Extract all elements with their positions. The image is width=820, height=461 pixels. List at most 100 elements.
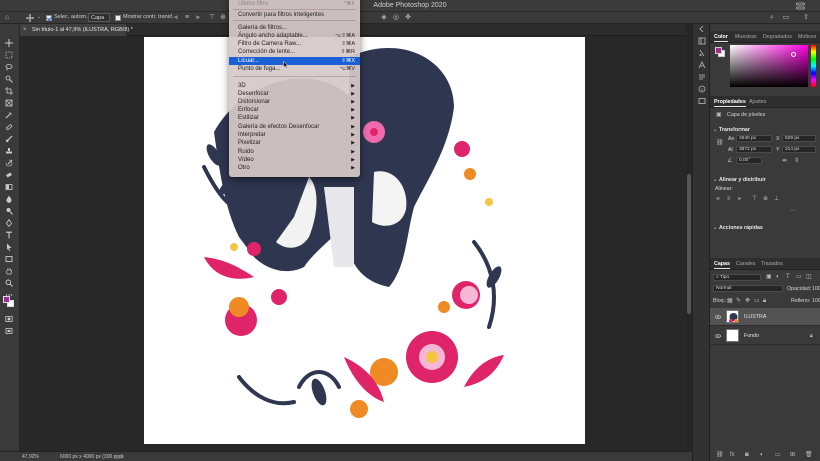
more-options-icon[interactable]: ⋯	[790, 208, 796, 214]
new-group-icon[interactable]: ▭	[775, 452, 781, 458]
delete-layer-icon[interactable]: 🗑︎	[805, 452, 813, 458]
adjustment-layer-icon[interactable]: ◐	[760, 452, 766, 458]
menu-item-blur[interactable]: Desenfocar ▶	[229, 90, 360, 98]
width-field[interactable]: 2640 px	[736, 135, 772, 142]
align-section-title[interactable]: Alinear y distribuir	[719, 177, 766, 183]
menu-item-stylize[interactable]: Estilizar ▶	[229, 114, 360, 122]
align-bottom-edges-icon[interactable]: ⊥	[774, 196, 780, 202]
document-size[interactable]: 6000 px x 4000 px (300 ppp)	[60, 454, 124, 460]
align-center-icon[interactable]: ≡	[183, 14, 191, 21]
lasso-tool-icon[interactable]	[3, 62, 15, 71]
info-icon[interactable]	[697, 84, 707, 93]
healing-brush-tool-icon[interactable]	[3, 122, 15, 131]
3d-pan-icon[interactable]: ✥	[404, 14, 412, 21]
quick-selection-tool-icon[interactable]	[3, 74, 15, 83]
share-icon[interactable]: ⇧	[802, 14, 810, 21]
menu-item-adaptive-wide-angle[interactable]: Ángulo ancho adaptable... ⌥⇧⌘A	[229, 32, 360, 40]
align-right-edges-icon[interactable]: ⫸	[738, 196, 744, 202]
brush-settings-icon[interactable]	[697, 48, 707, 57]
document-canvas[interactable]	[144, 37, 585, 444]
menu-item-filter-gallery[interactable]: Galería de filtros...	[229, 24, 360, 32]
hue-slider[interactable]	[811, 45, 816, 87]
search-icon[interactable]: ⌕	[768, 14, 776, 21]
clone-stamp-tool-icon[interactable]	[3, 146, 15, 155]
link-icon[interactable]: ⛓	[716, 140, 724, 146]
align-top-edges-icon[interactable]: ⊤	[752, 196, 758, 202]
gradient-tool-icon[interactable]	[3, 182, 15, 191]
align-h-centers-icon[interactable]: ≡	[727, 196, 733, 202]
eraser-tool-icon[interactable]	[3, 170, 15, 179]
tab-adjustments[interactable]: Ajustes	[749, 99, 766, 105]
blur-tool-icon[interactable]	[3, 194, 15, 203]
lock-artboard-icon[interactable]: ▭	[754, 298, 760, 304]
rectangle-tool-icon[interactable]	[3, 254, 15, 263]
frame-tool-icon[interactable]	[3, 98, 15, 107]
filter-pixel-icon[interactable]: ▣	[766, 274, 772, 280]
align-right-icon[interactable]: ⫸	[194, 14, 202, 21]
filter-adjustment-icon[interactable]: ◐	[776, 274, 782, 280]
tab-gradients[interactable]: Degradados	[763, 34, 792, 40]
transform-section-title[interactable]: Transformar	[719, 127, 750, 133]
brush-tool-icon[interactable]	[3, 134, 15, 143]
screen-mode-icon[interactable]	[3, 326, 15, 335]
lock-all-icon[interactable]: 🔒︎	[763, 298, 769, 304]
menu-item-liquify[interactable]: Licuar... ⇧⌘X	[229, 57, 360, 65]
document-tab[interactable]: × Sin título-1 al 47,9% (ILUSTRA, RGB/8)…	[20, 24, 133, 36]
x-field[interactable]: 529 px	[782, 135, 816, 142]
tab-properties[interactable]: Propiedades	[714, 99, 746, 107]
3d-mode-icon[interactable]: ◈	[380, 14, 388, 21]
eyedropper-tool-icon[interactable]	[3, 110, 15, 119]
filter-shape-icon[interactable]: ▭	[796, 274, 802, 280]
tab-swatches[interactable]: Muestras	[735, 34, 757, 40]
paragraph-icon[interactable]	[697, 72, 707, 81]
eye-icon[interactable]	[715, 314, 721, 320]
character-icon[interactable]	[697, 60, 707, 69]
fill-value[interactable]: 100	[812, 298, 820, 304]
dodge-tool-icon[interactable]	[3, 206, 15, 215]
hand-tool-icon[interactable]	[3, 266, 15, 275]
flip-vertical-icon[interactable]: ⇕	[794, 158, 800, 164]
align-middle-icon[interactable]: ⊕	[219, 14, 227, 21]
3d-orbit-icon[interactable]: ◎	[392, 14, 400, 21]
auto-select-target-select[interactable]: Capa	[88, 13, 110, 22]
menu-item-sharpen[interactable]: Enfocar ▶	[229, 106, 360, 114]
menu-item-video[interactable]: Vídeo ▶	[229, 156, 360, 164]
menu-item-convert-smart-filters[interactable]: Convertir para filtros inteligentes	[229, 11, 360, 19]
tab-paths[interactable]: Trazados	[761, 261, 783, 267]
color-fg-swatch[interactable]	[715, 47, 722, 54]
menu-item-3d[interactable]: 3D ▶	[229, 82, 360, 90]
height-field[interactable]: 3672 px	[736, 146, 772, 153]
crop-tool-icon[interactable]	[3, 86, 15, 95]
panel-expand-icon[interactable]	[697, 24, 707, 33]
close-icon[interactable]: ×	[23, 27, 27, 33]
control-center-icon[interactable]	[796, 2, 805, 10]
auto-select-checkbox[interactable]	[46, 15, 52, 21]
lock-icon[interactable]: 🔒︎	[810, 333, 813, 339]
align-left-edges-icon[interactable]: ⫷	[716, 196, 722, 202]
menu-item-distort[interactable]: Distorsionar ▶	[229, 98, 360, 106]
link-layers-icon[interactable]: ⛓	[716, 452, 724, 458]
lock-position-icon[interactable]: ✥	[745, 298, 751, 304]
show-transform-controls-checkbox[interactable]	[115, 15, 121, 21]
path-selection-tool-icon[interactable]	[3, 242, 15, 251]
menu-item-vanishing-point[interactable]: Punto de fuga... ⌥⌘V	[229, 65, 360, 73]
align-v-centers-icon[interactable]: ⊕	[763, 196, 769, 202]
libraries-icon[interactable]	[697, 96, 707, 105]
blend-mode-select[interactable]: Normal	[713, 285, 783, 292]
filter-smart-object-icon[interactable]: ◫	[806, 274, 812, 280]
tab-color[interactable]: Color	[714, 34, 728, 42]
menu-item-other[interactable]: Otro ▶	[229, 164, 360, 172]
scroll-thumb[interactable]	[687, 174, 691, 314]
menu-item-render[interactable]: Interpretar ▶	[229, 131, 360, 139]
tab-channels[interactable]: Canales	[736, 261, 755, 267]
menu-item-camera-raw[interactable]: Filtro de Camera Raw... ⇧⌘A	[229, 40, 360, 48]
history-brush-tool-icon[interactable]	[3, 158, 15, 167]
tab-patterns[interactable]: Motivos	[798, 34, 816, 40]
layer-row-ilustra[interactable]: ILUSTRA	[710, 308, 820, 326]
collapse-arrow-icon[interactable]: ⌄	[713, 127, 717, 133]
eye-icon[interactable]	[715, 333, 721, 339]
status-menu-arrow-icon[interactable]: >	[120, 454, 123, 460]
color-field[interactable]	[730, 45, 808, 87]
zoom-level[interactable]: 47,92%	[22, 454, 39, 460]
align-left-icon[interactable]: ⫷	[172, 14, 180, 21]
